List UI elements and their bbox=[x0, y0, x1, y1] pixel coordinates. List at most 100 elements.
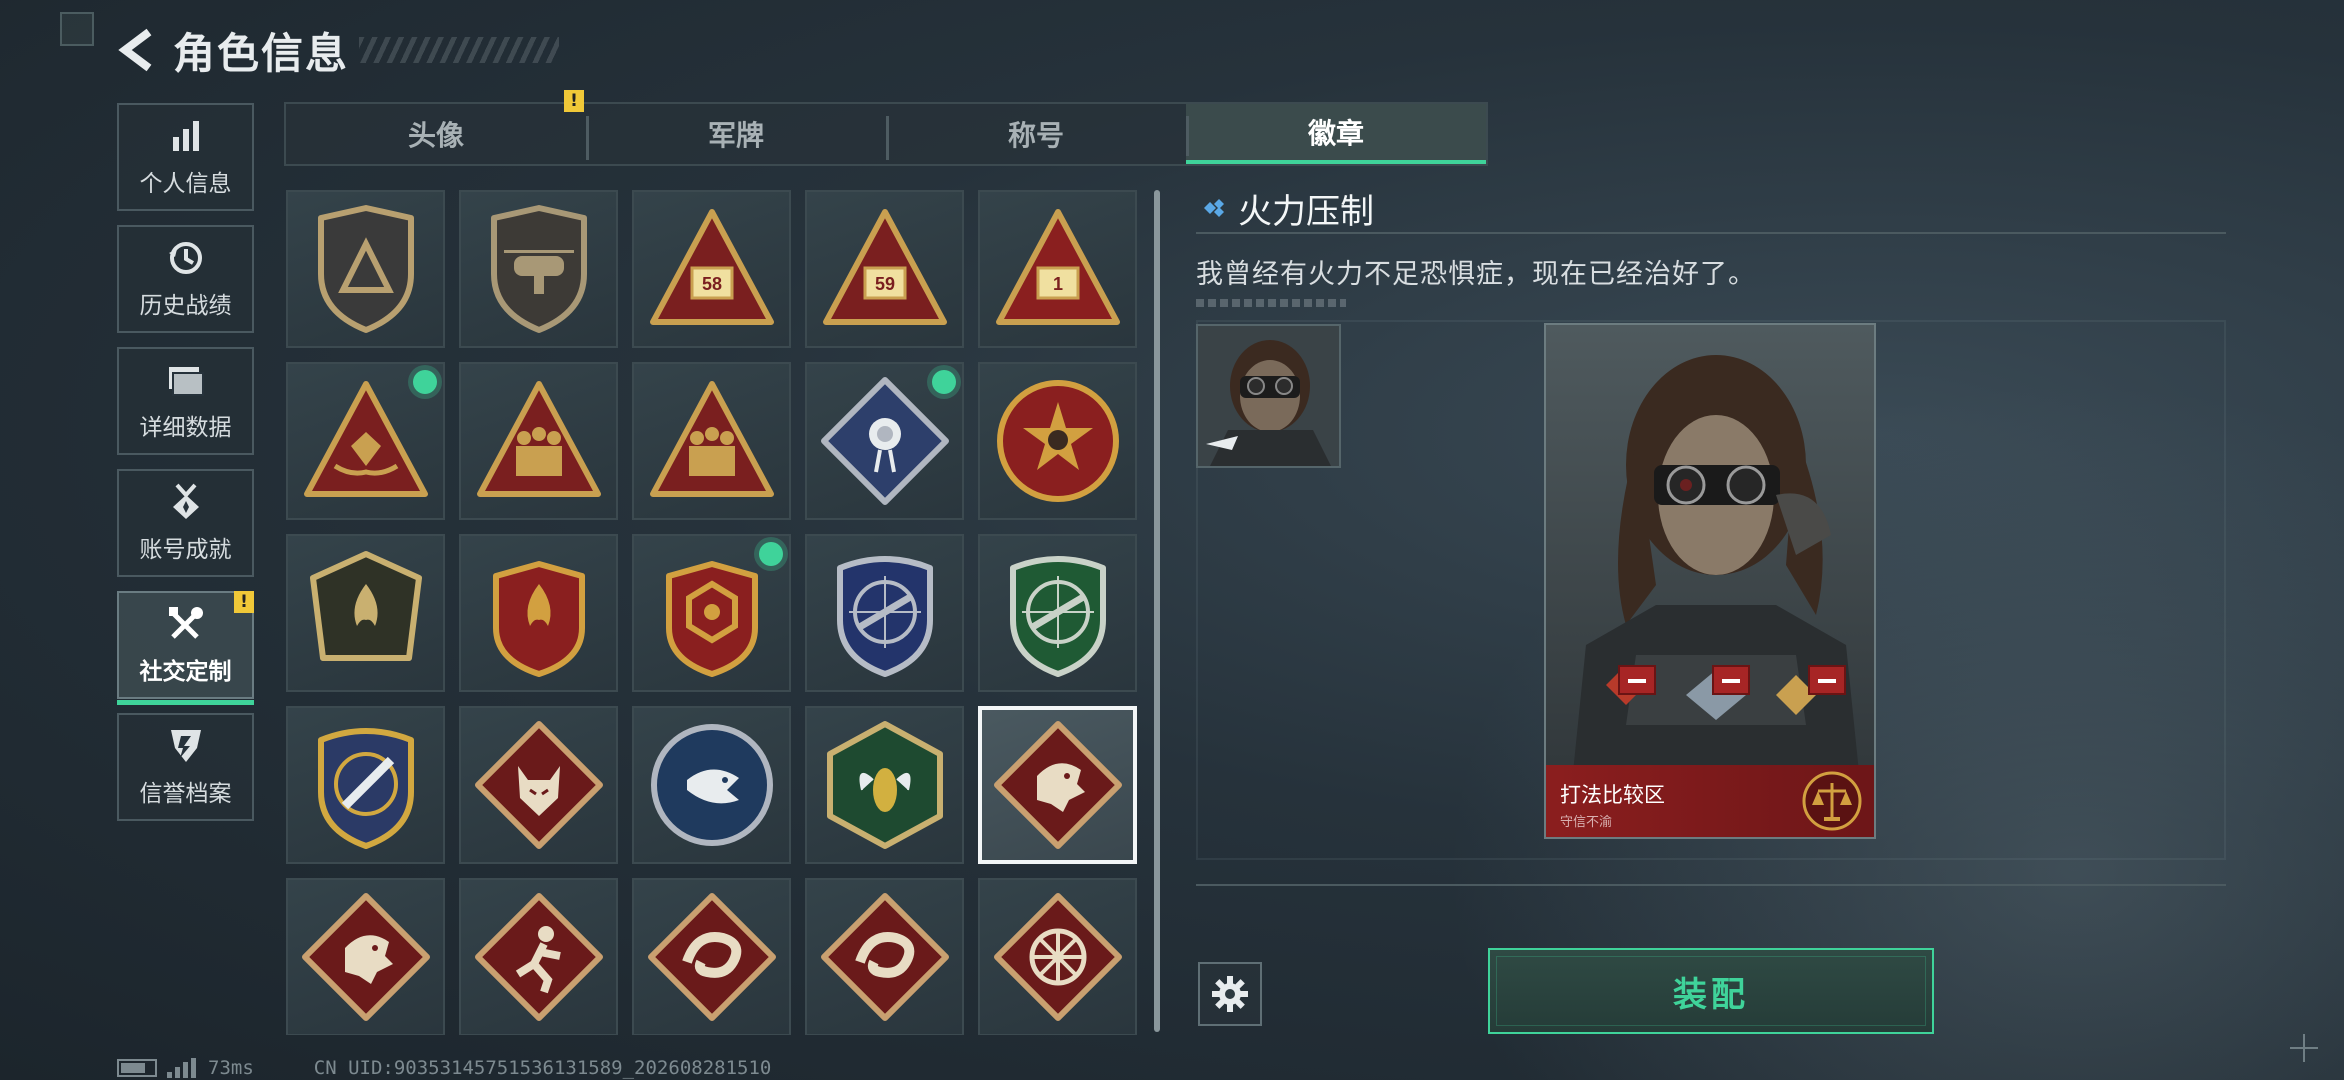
equip-label: 装配 bbox=[1673, 974, 1749, 1015]
badge-heli-icon bbox=[490, 205, 587, 333]
badge-cell[interactable] bbox=[978, 534, 1137, 692]
settings-button[interactable] bbox=[1198, 962, 1262, 1026]
badge-rose-icon bbox=[820, 377, 949, 505]
badge-hands-icon bbox=[303, 381, 428, 497]
badge-dragon-icon bbox=[301, 893, 430, 1021]
badge-rifle-icon bbox=[1009, 556, 1106, 677]
badge-cell[interactable] bbox=[459, 534, 618, 692]
badge-rifle-icon bbox=[836, 556, 933, 677]
svg-text:1: 1 bbox=[1052, 274, 1062, 294]
back-button[interactable] bbox=[115, 25, 159, 75]
badge-cell[interactable] bbox=[459, 878, 618, 1035]
signal-icon bbox=[167, 1058, 196, 1078]
badge-cell[interactable] bbox=[978, 878, 1137, 1035]
title-decoration bbox=[359, 37, 560, 63]
badge-cell[interactable] bbox=[978, 706, 1137, 864]
status-bar: 73ms CN UID:90353145751536131589_2026082… bbox=[117, 1056, 771, 1080]
alert-badge: ! bbox=[564, 90, 584, 112]
sidebar: 个人信息 历史战绩 详细数据 账号成就 ! 社交定制 信誉档案 bbox=[117, 103, 254, 835]
detail-divider bbox=[1196, 884, 2226, 886]
bar-chart-icon bbox=[166, 116, 206, 156]
sidebar-item-label: 详细数据 bbox=[139, 415, 232, 441]
alert-badge: ! bbox=[234, 591, 254, 613]
sidebar-item-label: 社交定制 bbox=[139, 659, 232, 685]
badge-runner-icon bbox=[474, 893, 603, 1021]
tab-bar: 头像 ! 军牌 称号 徽章 bbox=[284, 90, 1488, 166]
badge-cell[interactable]: 1 bbox=[978, 190, 1137, 348]
svg-text:59: 59 bbox=[874, 274, 894, 294]
badge-cell[interactable] bbox=[805, 706, 964, 864]
grid-scrollbar[interactable] bbox=[1154, 190, 1160, 1032]
sidebar-item-achievements[interactable]: 账号成就 bbox=[117, 469, 254, 577]
badge-cell[interactable] bbox=[459, 362, 618, 520]
new-indicator-dot bbox=[413, 370, 437, 394]
badge-star-icon bbox=[996, 380, 1119, 502]
sidebar-item-history[interactable]: 历史战绩 bbox=[117, 225, 254, 333]
equip-button[interactable]: 装配 bbox=[1488, 948, 1934, 1034]
battery-icon bbox=[117, 1059, 157, 1077]
badge-cell[interactable] bbox=[805, 362, 964, 520]
sidebar-item-details[interactable]: 详细数据 bbox=[117, 347, 254, 455]
badge-cell[interactable] bbox=[286, 190, 445, 348]
ping-readout: 73ms bbox=[208, 1057, 254, 1079]
sidebar-item-social[interactable]: ! 社交定制 bbox=[117, 591, 254, 705]
tab-label: 头像 bbox=[407, 119, 464, 152]
tab-badge[interactable]: 徽章 bbox=[1186, 104, 1486, 164]
badge-wasp-icon bbox=[826, 721, 943, 849]
badge-wolf-icon bbox=[474, 721, 603, 849]
badge-cell[interactable] bbox=[286, 534, 445, 692]
badge-description: 我曾经有火力不足恐惧症，现在已经治好了。 bbox=[1196, 259, 1756, 290]
badge-flame-icon bbox=[492, 561, 585, 677]
operator-portrait-small bbox=[1198, 326, 1339, 466]
badge-cell[interactable] bbox=[632, 878, 791, 1035]
sidebar-item-label: 历史战绩 bbox=[139, 293, 232, 319]
badge-cell[interactable] bbox=[632, 706, 791, 864]
new-indicator-dot bbox=[759, 542, 783, 566]
badge-59-icon: 59 bbox=[822, 209, 947, 325]
sidebar-item-reputation[interactable]: 信誉档案 bbox=[117, 713, 254, 821]
back-arrow-icon bbox=[118, 28, 152, 72]
clock-history-icon bbox=[166, 238, 206, 278]
badge-flame-icon bbox=[309, 551, 422, 661]
character-thumbnail[interactable] bbox=[1196, 324, 1341, 468]
badge-cell[interactable]: 59 bbox=[805, 190, 964, 348]
remove-badge-button[interactable] bbox=[1808, 665, 1846, 695]
new-indicator-dot bbox=[932, 370, 956, 394]
badge-knife-icon bbox=[317, 728, 414, 849]
badge-cell[interactable] bbox=[459, 706, 618, 864]
badge-hex-icon bbox=[665, 561, 758, 677]
tab-title[interactable]: 称号 bbox=[886, 104, 1186, 164]
folder-icon bbox=[166, 360, 206, 400]
diamond-rank-icon bbox=[1204, 199, 1224, 217]
badge-cell[interactable] bbox=[632, 534, 791, 692]
operator-portrait-large bbox=[1546, 325, 1874, 837]
badge-cell[interactable] bbox=[805, 878, 964, 1035]
tab-label: 徽章 bbox=[1307, 117, 1364, 150]
badge-snake-icon bbox=[647, 893, 776, 1021]
badge-cell[interactable] bbox=[459, 190, 618, 348]
remove-badge-button[interactable] bbox=[1712, 665, 1750, 695]
badge-wheel-icon bbox=[993, 893, 1122, 1021]
card-footer: 打法比较区 守信不渝 bbox=[1546, 765, 1874, 837]
badge-grid: 58 59 1 bbox=[286, 190, 1140, 1035]
badge-cell[interactable] bbox=[286, 878, 445, 1035]
header: 角色信息 bbox=[115, 20, 560, 80]
tab-label: 称号 bbox=[1007, 119, 1064, 152]
badge-eagle-icon bbox=[650, 724, 773, 846]
badge-name: 火力压制 bbox=[1238, 191, 1374, 232]
badge-cell[interactable] bbox=[805, 534, 964, 692]
badge-cell[interactable] bbox=[286, 706, 445, 864]
sidebar-item-profile[interactable]: 个人信息 bbox=[117, 103, 254, 211]
corner-indicator bbox=[60, 12, 94, 46]
badge-cell[interactable]: 58 bbox=[632, 190, 791, 348]
reputation-icon bbox=[166, 726, 206, 766]
tab-dogtag[interactable]: 军牌 bbox=[586, 104, 886, 164]
badge-cell[interactable] bbox=[978, 362, 1137, 520]
badge-cell[interactable] bbox=[632, 362, 791, 520]
tab-avatar[interactable]: 头像 ! bbox=[286, 90, 586, 164]
badge-1-icon: 1 bbox=[995, 209, 1120, 325]
badge-triangle-icon bbox=[317, 205, 414, 333]
uid-readout: CN UID:90353145751536131589_202608281510 bbox=[313, 1057, 772, 1079]
remove-badge-button[interactable] bbox=[1618, 665, 1656, 695]
badge-cell[interactable] bbox=[286, 362, 445, 520]
